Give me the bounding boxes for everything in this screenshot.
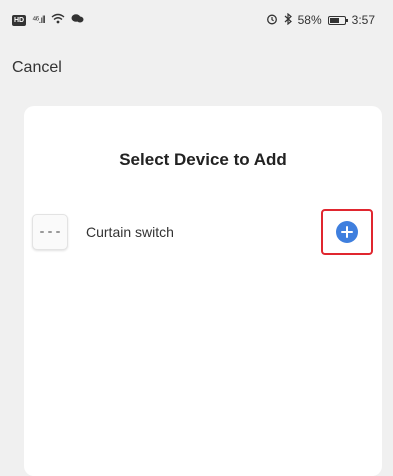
chat-icon	[71, 13, 84, 27]
status-time: 3:57	[351, 13, 375, 27]
device-list-item[interactable]: Curtain switch	[32, 209, 374, 255]
wifi-icon	[51, 13, 65, 27]
hd-badge: HD	[12, 14, 27, 26]
cancel-button[interactable]: Cancel	[12, 59, 62, 77]
nav-bar: Cancel	[0, 48, 393, 88]
curtain-switch-icon	[32, 214, 68, 250]
battery-percent: 58%	[297, 13, 322, 27]
add-device-button[interactable]	[321, 209, 373, 255]
battery-icon	[327, 15, 348, 25]
signal-icon: ⁴⁶.ıll	[32, 14, 45, 26]
bluetooth-icon	[284, 12, 292, 28]
switch-dot-icon	[48, 231, 52, 233]
plus-circle-icon[interactable]	[336, 221, 358, 243]
alarm-icon	[266, 13, 278, 28]
select-device-dialog: Select Device to Add Curtain switch	[24, 106, 382, 476]
status-bar: HD ⁴⁶.ıll 58% 3:57	[0, 0, 393, 40]
status-right: 58% 3:57	[266, 12, 375, 28]
switch-dot-icon	[56, 231, 60, 233]
switch-dot-icon	[40, 231, 44, 233]
dialog-title: Select Device to Add	[119, 150, 287, 169]
status-left: HD ⁴⁶.ıll	[12, 13, 84, 27]
